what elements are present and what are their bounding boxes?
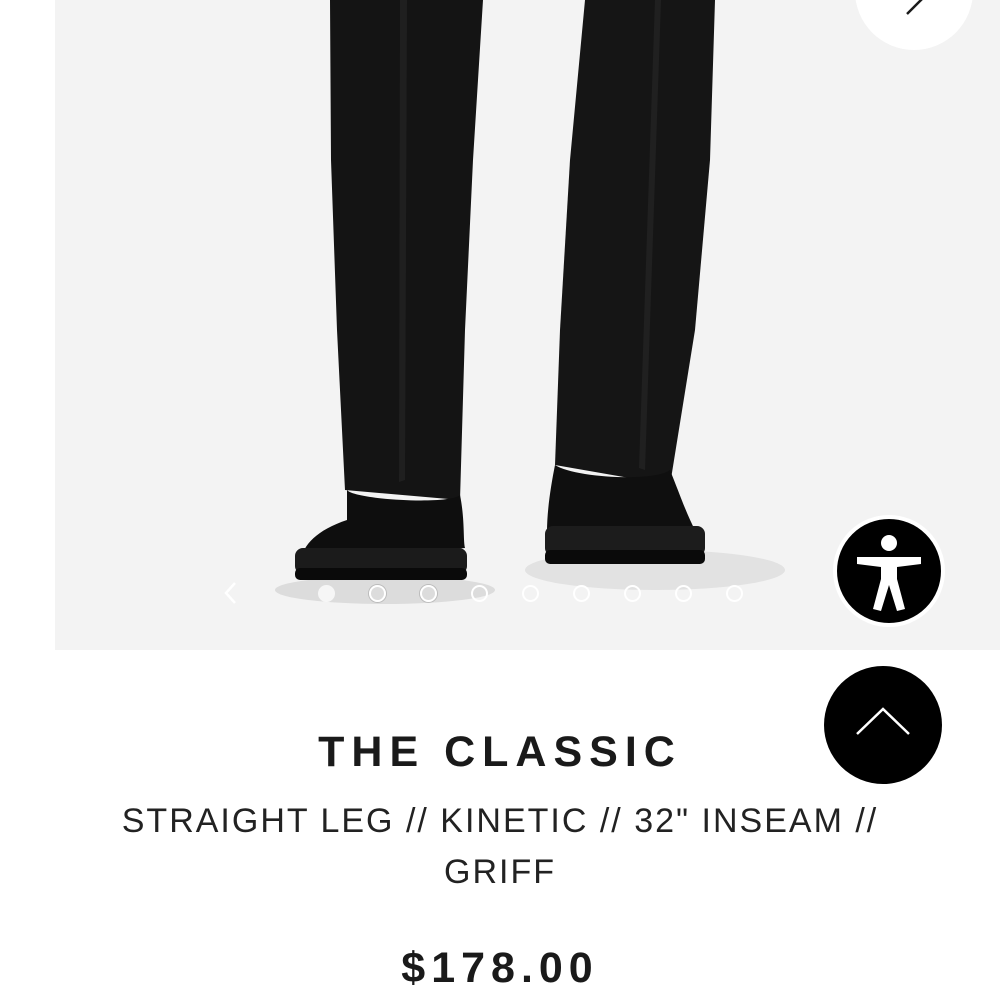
carousel-dot[interactable] (573, 585, 590, 602)
expand-arrow-icon (906, 0, 923, 15)
product-title: THE CLASSIC (318, 728, 682, 776)
chevron-left-icon (224, 582, 236, 604)
carousel-dot[interactable] (369, 585, 386, 602)
carousel-prev-button[interactable] (213, 575, 249, 611)
product-subtitle: STRAIGHT LEG // KINETIC // 32" INSEAM //… (121, 802, 879, 891)
carousel-dot[interactable] (522, 585, 539, 602)
carousel-dots (318, 585, 743, 602)
zoom-button[interactable] (855, 0, 973, 50)
carousel-dot[interactable] (675, 585, 692, 602)
carousel-dot[interactable] (420, 585, 437, 602)
carousel-dot[interactable] (624, 585, 641, 602)
product-price: $178.00 (401, 944, 599, 992)
carousel-dot[interactable] (318, 585, 335, 602)
accessibility-button[interactable] (833, 515, 945, 627)
carousel-dot[interactable] (726, 585, 743, 602)
carousel-dot[interactable] (471, 585, 488, 602)
accessibility-person-icon (857, 535, 921, 611)
